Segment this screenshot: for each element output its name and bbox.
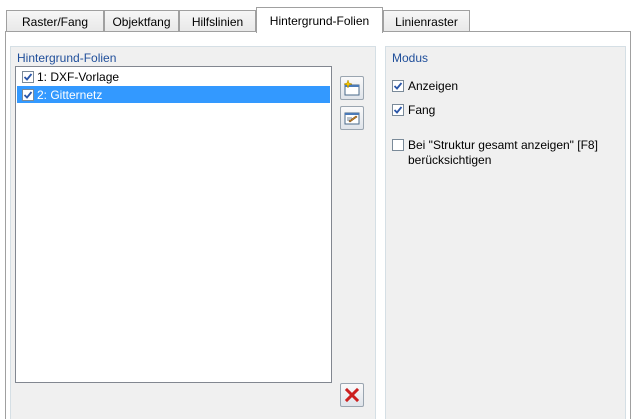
mode-group: Modus [385,46,626,419]
tab-label: Objektfang [112,14,171,29]
tab-label: Linienraster [395,14,458,29]
tab-hintergrund-folien[interactable]: Hintergrund-Folien [256,7,383,33]
edit-layer-button[interactable] [340,106,364,130]
snap-label: Fang [408,103,436,117]
consider-label-line2: berücksichtigen [408,153,492,167]
show-label: Anzeigen [408,79,459,93]
edit-layer-icon [344,112,360,125]
consider-checkbox[interactable] [392,139,404,151]
layer-1-label: 1: DXF-Vorlage [37,69,120,84]
list-item[interactable]: 1: DXF-Vorlage [17,68,330,85]
check-icon [393,82,403,90]
layer-2-label: 2: Gitternetz [37,87,103,102]
show-checkbox[interactable] [392,80,404,92]
list-item-selected[interactable]: 2: Gitternetz [17,86,330,103]
tab-strip: Raster/Fang Objektfang Hilfslinien Hinte… [0,0,641,33]
new-layer-button[interactable] [340,76,364,100]
tab-label: Hilfslinien [191,14,244,29]
consider-label: Bei "Struktur gesamt anzeigen" [F8] berü… [408,138,598,168]
snap-checkbox[interactable] [392,104,404,116]
tab-linienraster[interactable]: Linienraster [383,10,470,32]
layers-list[interactable]: 1: DXF-Vorlage 2: Gitternetz [15,66,332,383]
consider-label-line1: Bei "Struktur gesamt anzeigen" [F8] [408,138,598,152]
layers-group-title: Hintergrund-Folien [17,51,117,65]
snap-option[interactable]: Fang [392,103,435,118]
check-icon [23,90,33,99]
layer-2-checkbox[interactable] [22,88,34,101]
delete-icon [344,387,360,403]
tab-label: Raster/Fang [21,14,89,29]
tab-hilfslinien[interactable]: Hilfslinien [179,10,256,32]
layer-1-checkbox[interactable] [22,70,34,83]
consider-option[interactable]: Bei "Struktur gesamt anzeigen" [F8] berü… [392,138,598,168]
new-layer-icon [343,79,360,96]
check-icon [393,106,403,114]
delete-layer-button[interactable] [340,383,364,407]
show-option[interactable]: Anzeigen [392,79,458,94]
check-icon [23,72,33,81]
mode-group-title: Modus [392,51,429,65]
tab-objektfang[interactable]: Objektfang [104,10,179,32]
tab-label: Hintergrund-Folien [269,13,370,28]
tab-raster-fang[interactable]: Raster/Fang [6,10,104,32]
